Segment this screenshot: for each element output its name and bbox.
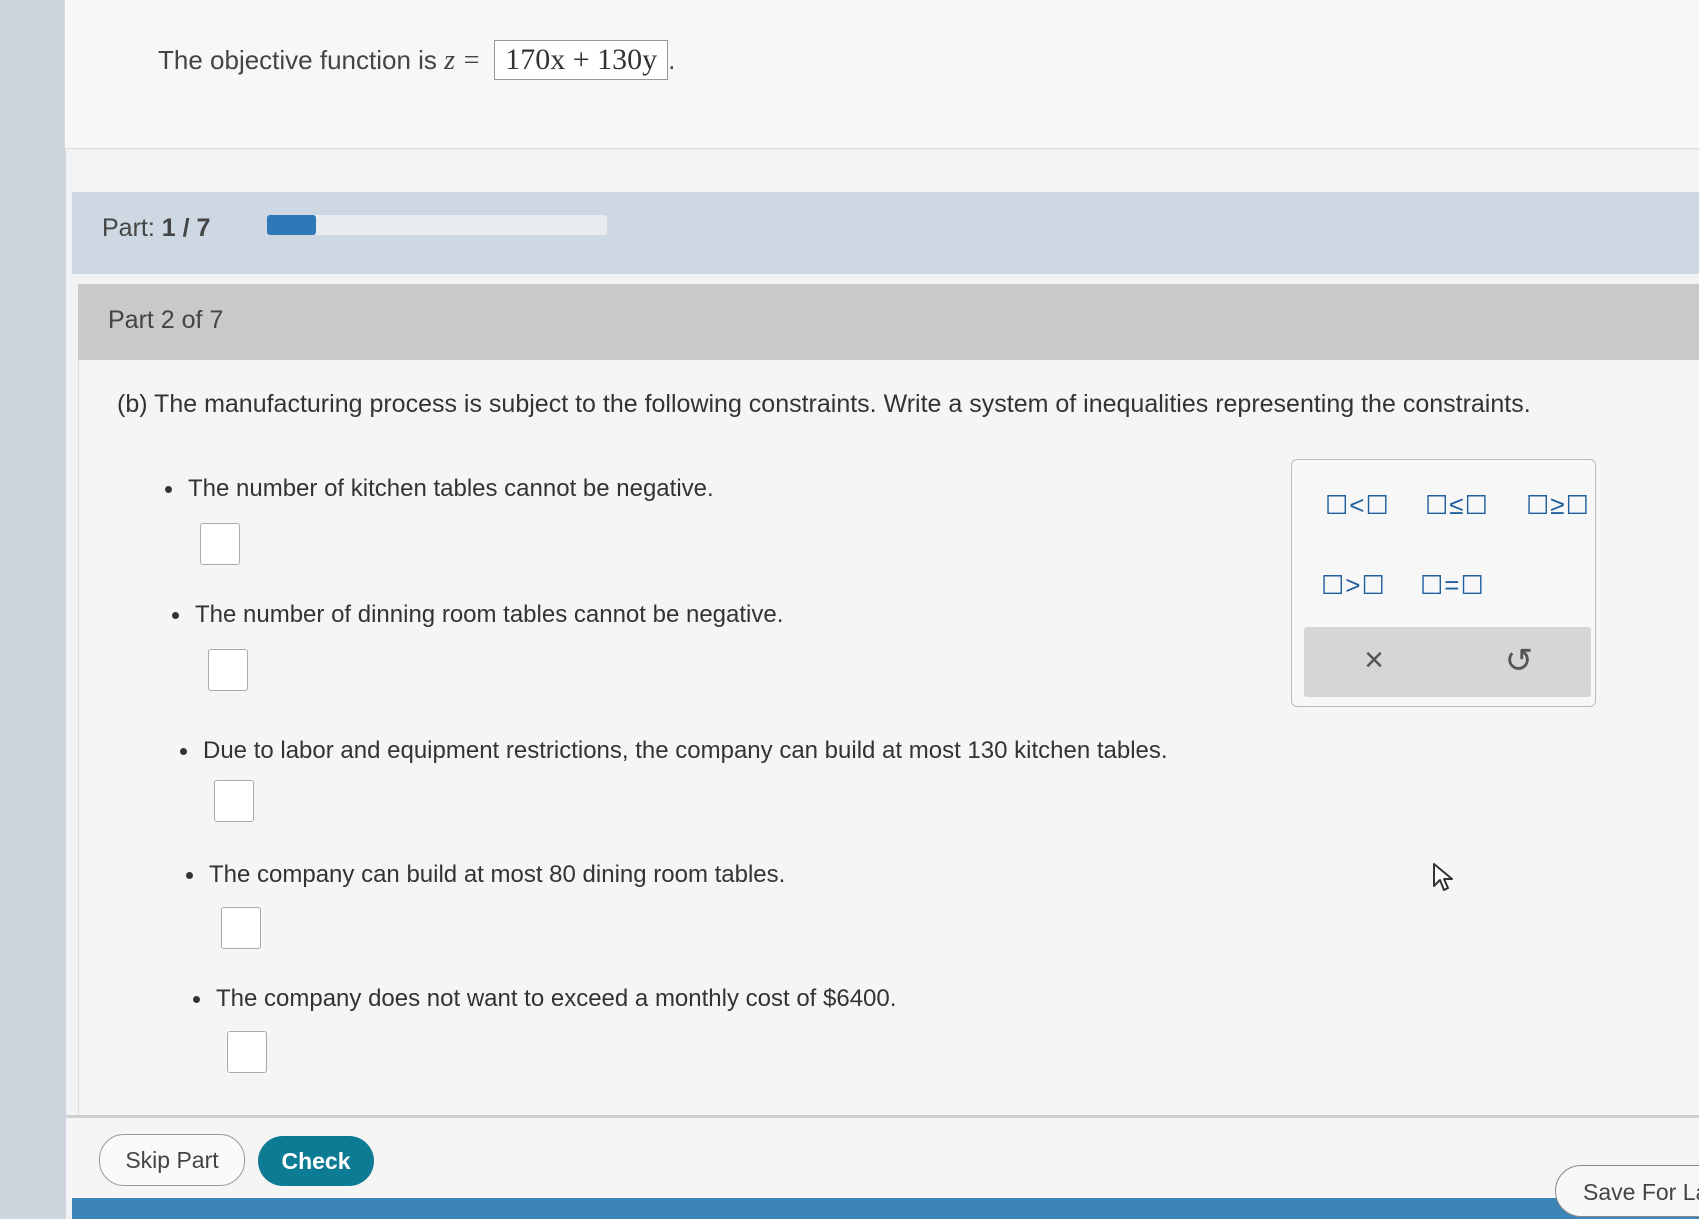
undo-icon[interactable]: ↺ bbox=[1494, 641, 1544, 681]
part-count: 1 / 7 bbox=[161, 214, 211, 242]
constraint-input-1[interactable] bbox=[200, 523, 240, 565]
objective-card: The objective function is z = 170x + 130… bbox=[64, 0, 1699, 149]
part-header-title: Part 2 of 7 bbox=[108, 306, 224, 334]
skip-part-button[interactable]: Skip Part bbox=[99, 1134, 245, 1186]
constraint-input-5[interactable] bbox=[227, 1031, 267, 1073]
constraint-item-3: Due to labor and equipment restrictions,… bbox=[180, 737, 1168, 765]
objective-answer: 170x + 130y bbox=[494, 40, 669, 80]
equals-button[interactable]: ☐=☐ bbox=[1420, 570, 1485, 601]
constraint-text-1: The number of kitchen tables cannot be n… bbox=[188, 475, 714, 502]
constraint-input-4[interactable] bbox=[221, 907, 261, 949]
objective-prefix: The objective function is bbox=[158, 45, 445, 75]
constraint-item-4: The company can build at most 80 dining … bbox=[186, 861, 785, 889]
constraint-item-2: The number of dinning room tables cannot… bbox=[172, 601, 783, 629]
greater-equal-button[interactable]: ☐≥☐ bbox=[1526, 490, 1590, 521]
clear-icon[interactable]: × bbox=[1349, 641, 1399, 680]
constraint-text-4: The company can build at most 80 dining … bbox=[209, 861, 786, 888]
progress-band: Part: 1 / 7 bbox=[72, 192, 1699, 274]
objective-z: z = bbox=[444, 45, 481, 76]
part-progress-label: Part: 1 / 7 bbox=[102, 214, 210, 243]
progress-bar bbox=[267, 215, 607, 235]
objective-suffix: . bbox=[668, 45, 676, 75]
constraint-text-3: Due to labor and equipment restrictions,… bbox=[203, 737, 1168, 764]
part-header: Part 2 of 7 bbox=[78, 284, 1699, 360]
part-label-text: Part: bbox=[102, 214, 155, 242]
palette-action-bar: × ↺ bbox=[1304, 627, 1591, 697]
left-margin bbox=[0, 0, 66, 1219]
inequality-palette: ☐<☐ ☐≤☐ ☐≥☐ ☐>☐ ☐=☐ × ↺ bbox=[1291, 459, 1596, 707]
less-than-button[interactable]: ☐<☐ bbox=[1325, 490, 1390, 521]
constraint-input-3[interactable] bbox=[214, 780, 254, 822]
save-for-later-button[interactable]: Save For Later bbox=[1555, 1165, 1699, 1217]
less-equal-button[interactable]: ☐≤☐ bbox=[1425, 490, 1489, 521]
bottom-bar bbox=[72, 1198, 1699, 1219]
constraint-item-5: The company does not want to exceed a mo… bbox=[193, 985, 896, 1013]
greater-than-button[interactable]: ☐>☐ bbox=[1321, 570, 1386, 601]
constraint-text-2: The number of dinning room tables cannot… bbox=[195, 601, 784, 628]
progress-fill bbox=[267, 215, 316, 235]
check-button[interactable]: Check bbox=[258, 1136, 374, 1186]
objective-statement: The objective function is z = 170x + 130… bbox=[158, 40, 675, 80]
constraint-text-5: The company does not want to exceed a mo… bbox=[216, 985, 897, 1012]
constraint-input-2[interactable] bbox=[208, 649, 248, 691]
mouse-cursor-icon bbox=[1433, 863, 1453, 891]
constraint-item-1: The number of kitchen tables cannot be n… bbox=[165, 475, 714, 503]
instruction-text: (b) The manufacturing process is subject… bbox=[117, 390, 1531, 418]
